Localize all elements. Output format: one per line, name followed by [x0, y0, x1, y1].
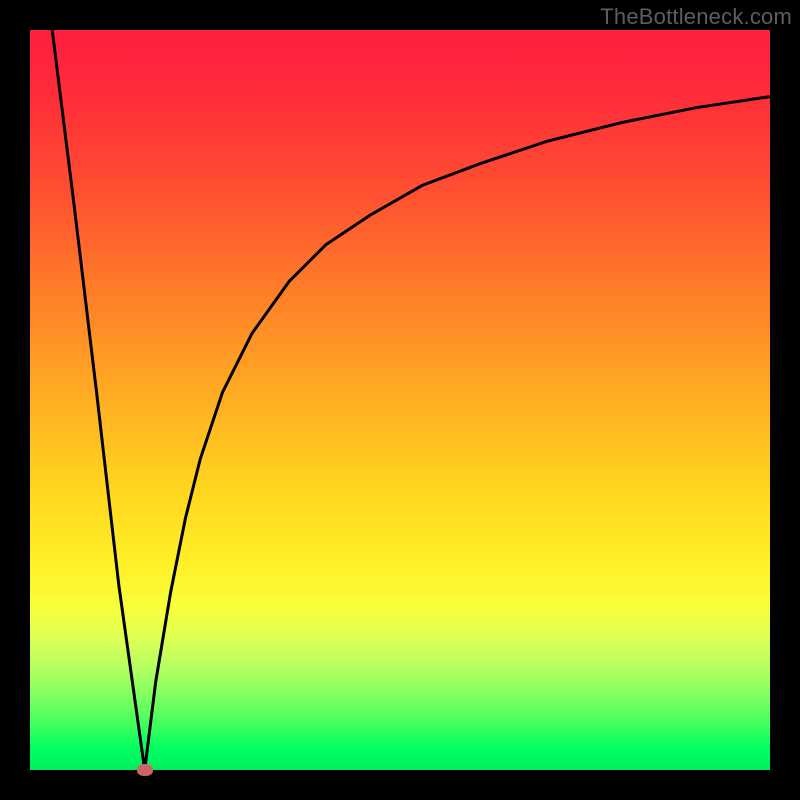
minimum-marker — [137, 764, 153, 776]
plot-area — [30, 30, 770, 770]
watermark-label: TheBottleneck.com — [600, 4, 792, 30]
chart-frame: TheBottleneck.com — [0, 0, 800, 800]
bottleneck-curve — [52, 30, 770, 770]
curve-layer — [30, 30, 770, 770]
